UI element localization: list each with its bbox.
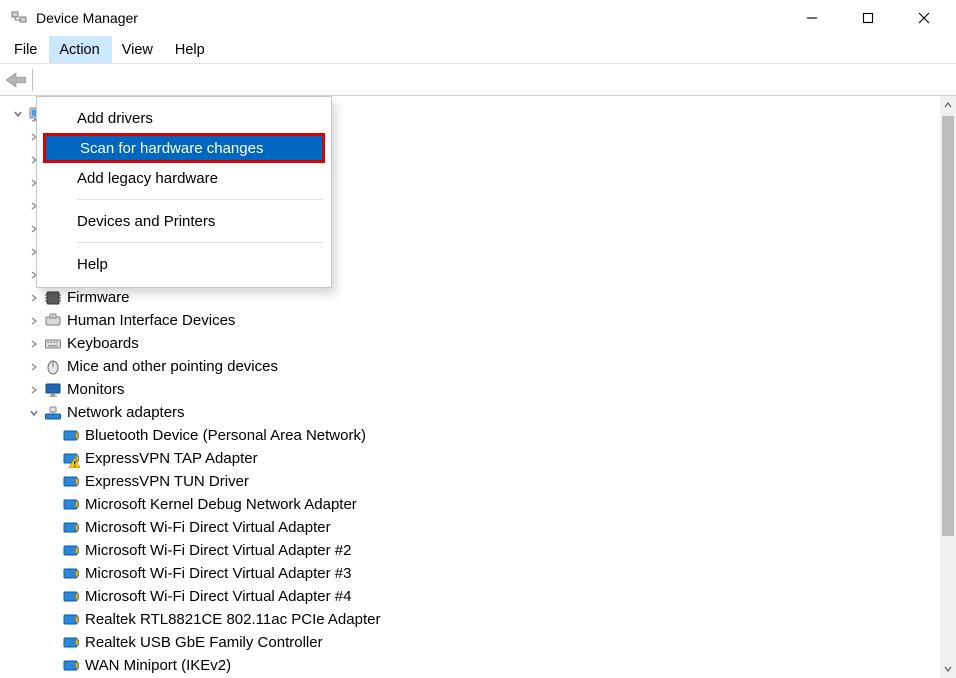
tree-item-label: Realtek USB GbE Family Controller bbox=[85, 632, 323, 654]
net-adapter-warn-icon bbox=[62, 450, 80, 468]
network-icon bbox=[44, 404, 62, 422]
tree-indent bbox=[46, 453, 58, 465]
tree-indent bbox=[46, 660, 58, 672]
menu-separator bbox=[77, 199, 323, 200]
scroll-up-icon[interactable] bbox=[940, 96, 956, 114]
tree-indent bbox=[46, 614, 58, 626]
scroll-thumb[interactable] bbox=[942, 116, 954, 536]
title-bar: Device Manager bbox=[0, 0, 956, 36]
tree-indent bbox=[46, 476, 58, 488]
tree-item[interactable]: ExpressVPN TUN Driver bbox=[8, 470, 956, 493]
tree-item-label: Microsoft Wi-Fi Direct Virtual Adapter #… bbox=[85, 586, 351, 608]
close-button[interactable] bbox=[896, 0, 952, 36]
toolbar-separator bbox=[32, 69, 33, 91]
tree-item-label: ExpressVPN TAP Adapter bbox=[85, 448, 258, 470]
net-adapter-icon bbox=[62, 634, 80, 652]
tree-item-label: Microsoft Wi-Fi Direct Virtual Adapter #… bbox=[85, 563, 351, 585]
net-adapter-icon bbox=[62, 565, 80, 583]
net-adapter-icon bbox=[62, 496, 80, 514]
tree-item-label: Bluetooth Device (Personal Area Network) bbox=[85, 425, 366, 447]
chevron-right-icon[interactable] bbox=[28, 384, 40, 396]
tree-category[interactable]: Firmware bbox=[8, 286, 956, 309]
menu-item-devices-and-printers[interactable]: Devices and Printers bbox=[37, 206, 331, 236]
tree-category-label: Firmware bbox=[67, 287, 130, 309]
vertical-scrollbar[interactable] bbox=[940, 96, 956, 678]
tree-category[interactable]: Monitors bbox=[8, 378, 956, 401]
menu-item-scan-hardware-changes[interactable]: Scan for hardware changes bbox=[43, 133, 325, 163]
net-adapter-icon bbox=[62, 611, 80, 629]
tree-item-label: ExpressVPN TUN Driver bbox=[85, 471, 249, 493]
tree-item[interactable]: Microsoft Wi-Fi Direct Virtual Adapter #… bbox=[8, 585, 956, 608]
net-adapter-icon bbox=[62, 542, 80, 560]
tree-item[interactable]: Microsoft Wi-Fi Direct Virtual Adapter bbox=[8, 516, 956, 539]
tree-category-label: Keyboards bbox=[67, 333, 139, 355]
toolbar bbox=[0, 64, 956, 96]
tree-item-label: Microsoft Kernel Debug Network Adapter bbox=[85, 494, 357, 516]
tree-item[interactable]: Realtek RTL8821CE 802.11ac PCIe Adapter bbox=[8, 608, 956, 631]
chevron-right-icon[interactable] bbox=[28, 338, 40, 350]
tree-indent bbox=[46, 545, 58, 557]
firmware-icon bbox=[44, 289, 62, 307]
tree-indent bbox=[46, 522, 58, 534]
menu-help[interactable]: Help bbox=[165, 36, 217, 63]
tree-category-label: Network adapters bbox=[67, 402, 185, 424]
net-adapter-icon bbox=[62, 473, 80, 491]
menu-separator bbox=[77, 242, 323, 243]
tree-category[interactable]: Mice and other pointing devices bbox=[8, 355, 956, 378]
menu-action[interactable]: Action bbox=[49, 36, 111, 63]
menu-view[interactable]: View bbox=[112, 36, 165, 63]
maximize-button[interactable] bbox=[840, 0, 896, 36]
tree-category-label: Mice and other pointing devices bbox=[67, 356, 278, 378]
tree-item-label: Realtek RTL8821CE 802.11ac PCIe Adapter bbox=[85, 609, 380, 631]
chevron-down-icon[interactable] bbox=[28, 407, 40, 419]
mouse-icon bbox=[44, 358, 62, 376]
tree-category[interactable]: Keyboards bbox=[8, 332, 956, 355]
back-button[interactable] bbox=[6, 70, 26, 90]
tree-item-label: WAN Miniport (IKEv2) bbox=[85, 655, 231, 677]
tree-item[interactable]: Microsoft Wi-Fi Direct Virtual Adapter #… bbox=[8, 562, 956, 585]
action-dropdown: Add drivers Scan for hardware changes Ad… bbox=[36, 96, 332, 288]
chevron-right-icon[interactable] bbox=[28, 315, 40, 327]
tree-indent bbox=[46, 637, 58, 649]
menu-item-help[interactable]: Help bbox=[37, 249, 331, 279]
tree-indent bbox=[46, 568, 58, 580]
net-adapter-icon bbox=[62, 519, 80, 537]
menu-item-add-legacy-hardware[interactable]: Add legacy hardware bbox=[37, 163, 331, 193]
tree-category-label: Human Interface Devices bbox=[67, 310, 235, 332]
tree-item[interactable]: Bluetooth Device (Personal Area Network) bbox=[8, 424, 956, 447]
tree-indent bbox=[46, 499, 58, 511]
app-icon bbox=[10, 9, 28, 27]
tree-item[interactable]: Microsoft Kernel Debug Network Adapter bbox=[8, 493, 956, 516]
net-adapter-icon bbox=[62, 588, 80, 606]
tree-item[interactable]: Realtek USB GbE Family Controller bbox=[8, 631, 956, 654]
tree-indent bbox=[46, 430, 58, 442]
tree-item[interactable]: ExpressVPN TAP Adapter bbox=[8, 447, 956, 470]
tree-item[interactable]: WAN Miniport (IKEv2) bbox=[8, 654, 956, 677]
tree-host: Disk drivesDisplay adaptersFirmwareHuman… bbox=[0, 96, 956, 678]
scroll-down-icon[interactable] bbox=[940, 660, 956, 678]
keyboard-icon bbox=[44, 335, 62, 353]
chevron-right-icon[interactable] bbox=[28, 361, 40, 373]
chevron-down-icon[interactable] bbox=[12, 108, 24, 120]
monitor-icon bbox=[44, 381, 62, 399]
net-adapter-icon bbox=[62, 427, 80, 445]
tree-indent bbox=[46, 591, 58, 603]
menu-bar: File Action View Help bbox=[0, 36, 956, 64]
tree-category[interactable]: Human Interface Devices bbox=[8, 309, 956, 332]
menu-file[interactable]: File bbox=[4, 36, 49, 63]
tree-category[interactable]: Network adapters bbox=[8, 401, 956, 424]
net-adapter-icon bbox=[62, 657, 80, 675]
tree-item[interactable]: Microsoft Wi-Fi Direct Virtual Adapter #… bbox=[8, 539, 956, 562]
window-controls bbox=[784, 0, 952, 36]
tree-item-label: Microsoft Wi-Fi Direct Virtual Adapter #… bbox=[85, 540, 351, 562]
chevron-right-icon[interactable] bbox=[28, 292, 40, 304]
tree-item-label: Microsoft Wi-Fi Direct Virtual Adapter bbox=[85, 517, 331, 539]
minimize-button[interactable] bbox=[784, 0, 840, 36]
window-title: Device Manager bbox=[36, 10, 138, 26]
hid-icon bbox=[44, 312, 62, 330]
menu-item-add-drivers[interactable]: Add drivers bbox=[37, 103, 331, 133]
tree-category-label: Monitors bbox=[67, 379, 125, 401]
